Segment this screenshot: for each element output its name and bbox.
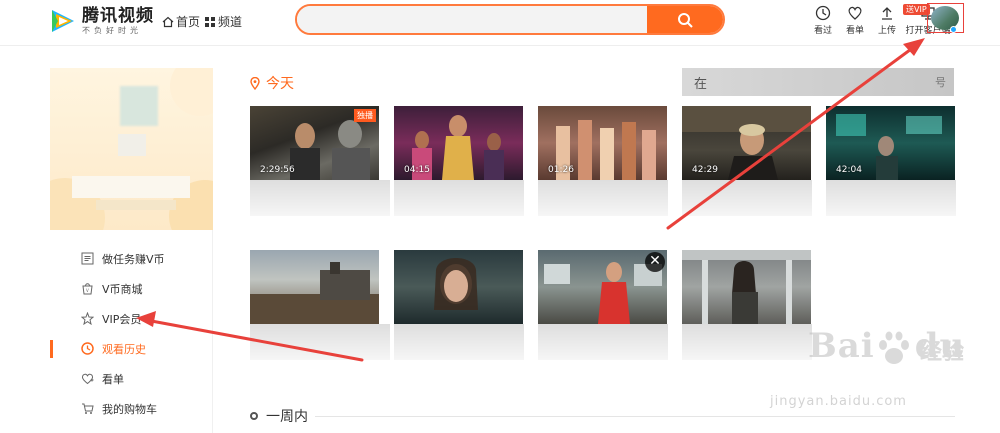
sidebar-item-label: 我的购物车 xyxy=(102,403,157,416)
profile-card xyxy=(50,68,213,230)
sidebar-menu: 做任务赚V币 V V币商城 VIP会员 观看历史 看单 我的购物车 xyxy=(50,244,213,424)
tool-upload-label: 上传 xyxy=(877,26,896,36)
sidebar: 做任务赚V币 V V币商城 VIP会员 观看历史 看单 我的购物车 xyxy=(50,68,213,433)
video-thumbnail[interactable]: 独播 2:29:56 xyxy=(250,106,379,180)
sidebar-item-label: 观看历史 xyxy=(102,343,146,356)
vip-star-icon xyxy=(81,312,94,325)
search-icon xyxy=(678,12,693,28)
heart-plus-icon xyxy=(81,373,94,385)
top-header: 腾讯视频 不负好时光 首页 频道 看过 看单 上传 打开客户端 送VIP xyxy=(0,0,1000,46)
tool-watched[interactable]: 看过 xyxy=(812,5,834,36)
notice-bar[interactable]: 在 号 xyxy=(682,68,954,96)
sidebar-item-label: 做任务赚V币 xyxy=(102,253,165,266)
task-icon xyxy=(81,252,94,265)
video-thumbnail[interactable]: 42:29 xyxy=(682,106,811,180)
video-thumbnail[interactable]: ✕ xyxy=(538,250,667,324)
thumbnail-scene xyxy=(434,258,478,310)
video-caption[interactable] xyxy=(250,324,390,360)
home-icon xyxy=(162,16,174,27)
profile-nickname xyxy=(118,134,146,156)
nav-home[interactable]: 首页 xyxy=(162,13,200,30)
thumbnail-scene xyxy=(250,262,379,324)
notice-bar-text: 在 xyxy=(694,76,708,92)
grid-icon xyxy=(205,16,215,27)
section-this-week: 一周内 xyxy=(250,406,308,426)
video-duration: 42:04 xyxy=(836,165,862,175)
video-thumbnail[interactable]: 04:15 xyxy=(394,106,523,180)
section-this-week-label: 一周内 xyxy=(266,409,308,425)
location-pin-icon xyxy=(250,76,260,90)
logo-name: 腾讯视频 xyxy=(82,5,154,26)
heart-icon xyxy=(848,6,862,20)
sidebar-item-label: 看单 xyxy=(102,373,124,386)
tool-watchlist[interactable]: 看单 xyxy=(844,5,866,36)
thumbnail-scene xyxy=(682,250,811,324)
sidebar-item-watchlist[interactable]: 看单 xyxy=(50,364,213,394)
video-caption[interactable] xyxy=(538,324,668,360)
watermark-cn: 经验 xyxy=(920,340,965,365)
upload-icon xyxy=(882,7,892,20)
timeline-dot-icon xyxy=(250,412,258,420)
watermark-url: jingyan.baidu.com xyxy=(770,394,907,409)
baidu-paw-icon xyxy=(879,331,909,364)
section-today-label: 今天 xyxy=(266,76,294,92)
profile-level-bar xyxy=(72,176,190,198)
section-today: 今天 xyxy=(250,73,294,93)
logo-slogan: 不负好时光 xyxy=(82,25,142,35)
remove-history-button[interactable]: ✕ xyxy=(645,252,665,272)
clock-icon xyxy=(815,5,831,21)
search-box xyxy=(295,4,725,35)
video-thumbnail[interactable] xyxy=(682,250,811,324)
video-caption[interactable] xyxy=(826,180,956,216)
profile-subtext xyxy=(96,200,176,210)
sidebar-item-cart[interactable]: 我的购物车 xyxy=(50,394,213,424)
nav-channel-label: 频道 xyxy=(218,15,243,29)
video-duration: 01:26 xyxy=(548,165,574,175)
tencent-video-logo[interactable]: 腾讯视频 不负好时光 xyxy=(48,6,154,36)
watermark-brand-bai: Bai xyxy=(808,326,875,366)
video-duration: 04:15 xyxy=(404,165,430,175)
exclusive-badge: 独播 xyxy=(354,109,376,122)
notice-bar-tail: 号 xyxy=(935,76,946,89)
tool-upload[interactable]: 上传 xyxy=(876,5,898,36)
video-thumbnail[interactable] xyxy=(250,250,379,324)
cart-icon xyxy=(82,403,94,414)
baidu-jingyan-watermark: Bai du 经验 jingyan.baidu.com xyxy=(762,320,994,418)
svg-text:V: V xyxy=(86,288,89,293)
video-duration: 42:29 xyxy=(692,165,718,175)
sidebar-item-history[interactable]: 观看历史 xyxy=(50,334,213,364)
video-caption[interactable] xyxy=(682,180,812,216)
sidebar-item-vcoin-shop[interactable]: V V币商城 xyxy=(50,274,213,304)
profile-avatar[interactable] xyxy=(120,86,158,126)
sidebar-item-label: VIP会员 xyxy=(102,313,142,326)
video-thumbnail[interactable]: 42:04 xyxy=(826,106,955,180)
avatar-status-dot xyxy=(950,26,957,33)
shop-icon: V xyxy=(82,283,93,295)
history-clock-icon xyxy=(81,342,94,355)
user-avatar-highlight[interactable] xyxy=(927,3,964,33)
search-input[interactable] xyxy=(297,6,647,33)
video-duration: 2:29:56 xyxy=(260,165,295,175)
sidebar-item-vip[interactable]: VIP会员 xyxy=(50,304,213,334)
nav-channel[interactable]: 频道 xyxy=(204,13,242,30)
video-caption[interactable] xyxy=(394,324,524,360)
nav-home-label: 首页 xyxy=(176,15,201,29)
sidebar-item-tasks[interactable]: 做任务赚V币 xyxy=(50,244,213,274)
video-thumbnail[interactable] xyxy=(394,250,523,324)
video-caption[interactable] xyxy=(538,180,668,216)
video-caption[interactable] xyxy=(250,180,390,216)
logo-play-icon xyxy=(48,6,78,36)
tool-watched-label: 看过 xyxy=(813,26,832,36)
tool-watchlist-label: 看单 xyxy=(845,26,864,36)
video-caption[interactable] xyxy=(394,180,524,216)
search-button[interactable] xyxy=(647,6,723,33)
vip-gift-badge[interactable]: 送VIP xyxy=(903,4,930,15)
video-thumbnail[interactable]: 01:26 xyxy=(538,106,667,180)
sidebar-item-label: V币商城 xyxy=(102,283,143,296)
